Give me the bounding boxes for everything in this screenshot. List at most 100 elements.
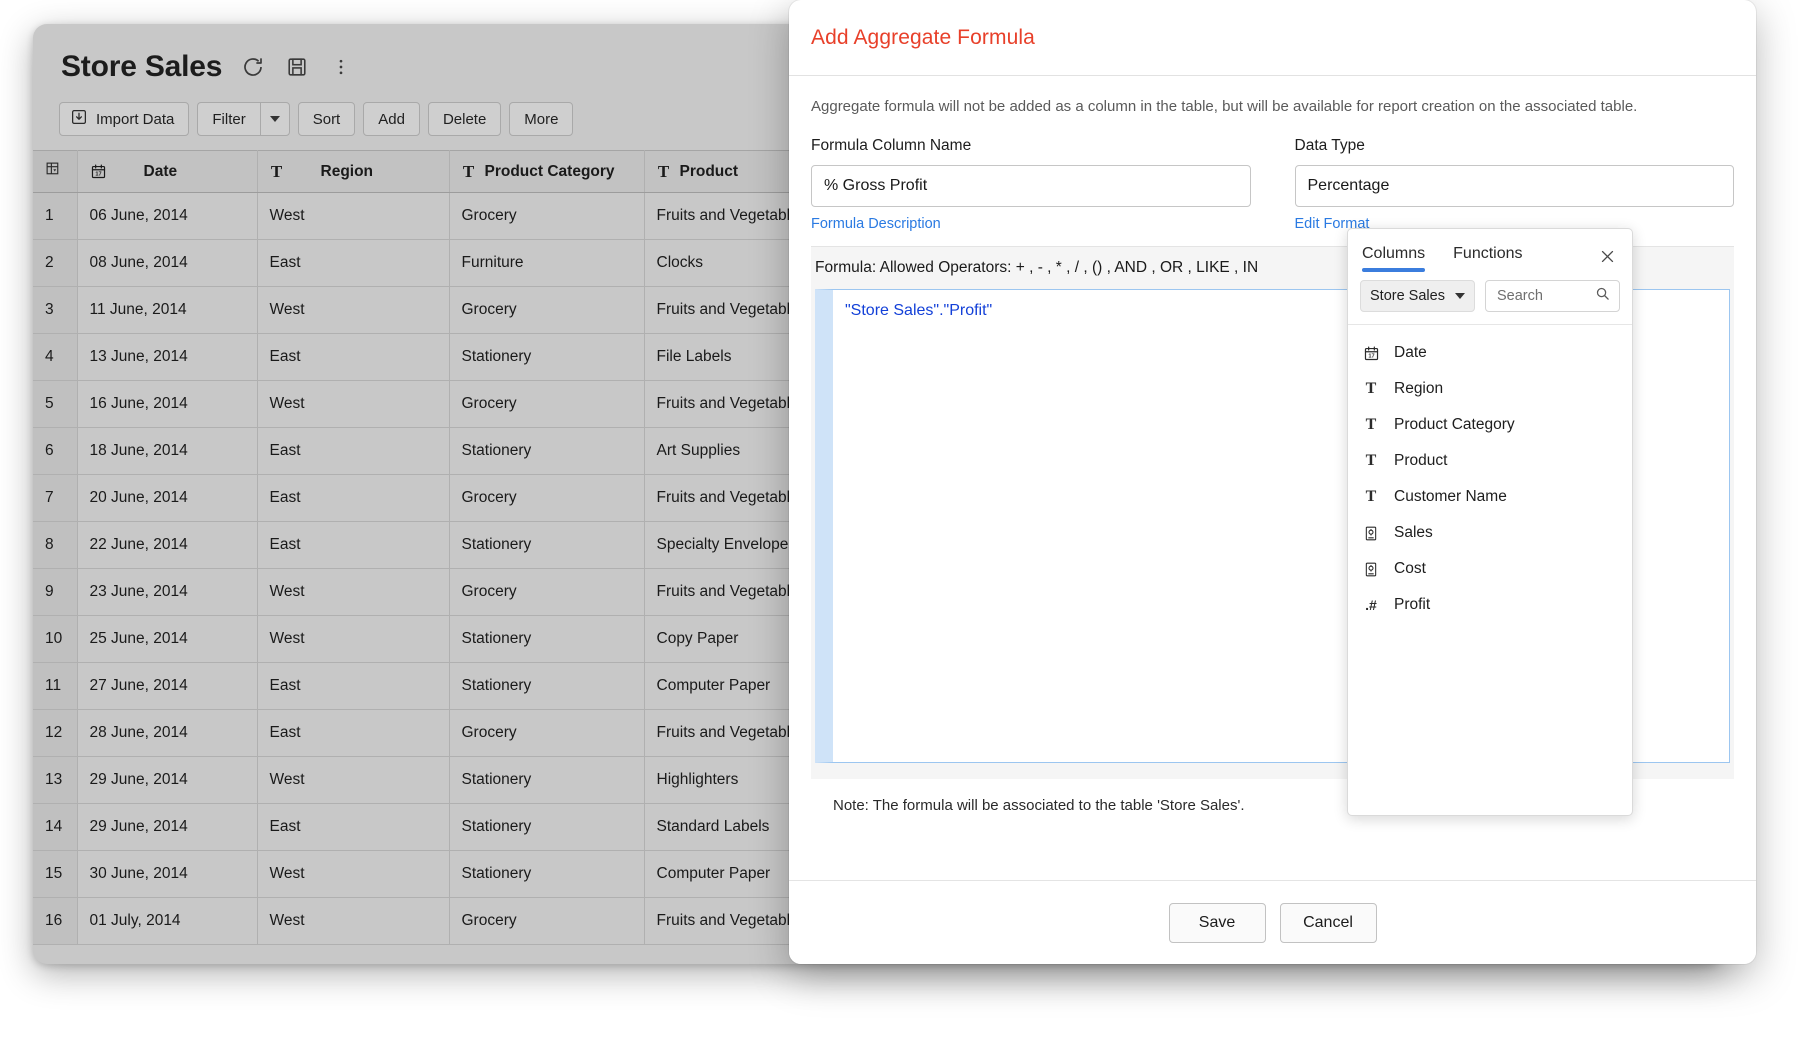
cell-region: East	[257, 334, 449, 381]
row-number: 16	[33, 898, 77, 945]
column-list-item-label: Product Category	[1394, 416, 1515, 434]
cell-category: Grocery	[449, 898, 644, 945]
row-number: 14	[33, 804, 77, 851]
column-list-item-region[interactable]: TRegion	[1348, 371, 1632, 407]
formula-column-name-field: Formula Column Name Formula Description	[811, 137, 1251, 232]
row-number: 9	[33, 569, 77, 616]
add-label: Add	[378, 111, 405, 128]
column-list-item-date[interactable]: 17Date	[1348, 335, 1632, 371]
page-title: Store Sales	[61, 50, 222, 84]
column-list-item-cost[interactable]: Cost	[1348, 551, 1632, 587]
cell-category: Grocery	[449, 381, 644, 428]
chevron-down-icon	[270, 116, 280, 122]
table-select-dropdown[interactable]: Store Sales	[1360, 280, 1475, 312]
search-icon	[1595, 286, 1610, 306]
row-number: 5	[33, 381, 77, 428]
svg-text:17: 17	[1368, 353, 1374, 359]
filter-dropdown-button[interactable]	[260, 102, 290, 136]
cell-category: Grocery	[449, 710, 644, 757]
cell-category: Stationery	[449, 334, 644, 381]
column-list-item-product-category[interactable]: TProduct Category	[1348, 407, 1632, 443]
cell-category: Stationery	[449, 804, 644, 851]
text-type-icon: T	[1362, 452, 1380, 470]
data-type-label: Data Type	[1295, 137, 1735, 155]
import-icon	[70, 108, 88, 130]
cell-region: West	[257, 898, 449, 945]
cell-date: 06 June, 2014	[77, 193, 257, 240]
column-list-item-label: Profit	[1394, 596, 1430, 614]
close-icon[interactable]	[1596, 245, 1618, 267]
tab-columns-label: Columns	[1362, 245, 1425, 262]
formula-description-link[interactable]: Formula Description	[811, 216, 941, 232]
add-button[interactable]: Add	[363, 102, 420, 136]
column-list-item-product[interactable]: T Product	[1348, 443, 1632, 479]
cell-date: 22 June, 2014	[77, 522, 257, 569]
panel-search-box[interactable]	[1485, 280, 1620, 312]
cell-category: Stationery	[449, 663, 644, 710]
text-type-icon: T	[462, 162, 476, 182]
cell-region: East	[257, 428, 449, 475]
screen-root: Store Sales	[0, 0, 1800, 1042]
cell-region: West	[257, 757, 449, 804]
row-number: 1	[33, 193, 77, 240]
tab-columns[interactable]: Columns	[1362, 245, 1425, 272]
cell-date: 27 June, 2014	[77, 663, 257, 710]
cell-category: Furniture	[449, 240, 644, 287]
cell-date: 30 June, 2014	[77, 851, 257, 898]
table-grid-icon	[45, 165, 62, 182]
add-aggregate-formula-dialog: Add Aggregate Formula Aggregate formula …	[789, 0, 1756, 964]
cell-region: East	[257, 522, 449, 569]
cell-region: West	[257, 851, 449, 898]
cell-category: Grocery	[449, 475, 644, 522]
text-type-icon: T	[657, 162, 671, 182]
cell-region: West	[257, 381, 449, 428]
row-number: 12	[33, 710, 77, 757]
column-header-product-category-label: Product Category	[485, 163, 615, 181]
cell-region: East	[257, 710, 449, 757]
columns-functions-panel: Columns Functions Store Sales	[1347, 228, 1633, 816]
more-vertical-icon[interactable]	[328, 54, 354, 80]
import-data-button[interactable]: Import Data	[59, 102, 189, 136]
currency-type-icon	[1362, 524, 1380, 542]
column-list-item-label: Product	[1394, 452, 1447, 470]
column-list-item-profit[interactable]: .# Profit	[1348, 587, 1632, 623]
cancel-button[interactable]: Cancel	[1280, 903, 1377, 943]
cell-region: West	[257, 569, 449, 616]
row-number: 13	[33, 757, 77, 804]
refresh-icon[interactable]	[240, 54, 266, 80]
cell-date: 28 June, 2014	[77, 710, 257, 757]
dialog-header: Add Aggregate Formula	[789, 0, 1756, 76]
column-header-product-label: Product	[680, 163, 739, 181]
row-number: 3	[33, 287, 77, 334]
row-number: 6	[33, 428, 77, 475]
filter-button[interactable]: Filter	[197, 102, 259, 136]
delete-button[interactable]: Delete	[428, 102, 501, 136]
calendar-icon: 17	[90, 163, 107, 180]
cell-date: 18 June, 2014	[77, 428, 257, 475]
import-data-label: Import Data	[96, 111, 174, 128]
column-list-item-customer-name[interactable]: TCustomer Name	[1348, 479, 1632, 515]
save-button[interactable]: Save	[1169, 903, 1266, 943]
data-type-input[interactable]	[1295, 165, 1735, 207]
sort-button[interactable]: Sort	[298, 102, 356, 136]
cell-region: West	[257, 287, 449, 334]
column-header-region[interactable]: T Region	[257, 151, 449, 193]
cell-region: West	[257, 616, 449, 663]
column-header-date[interactable]: 17 Date	[77, 151, 257, 193]
filter-label: Filter	[212, 111, 245, 128]
column-list-item-sales[interactable]: Sales	[1348, 515, 1632, 551]
more-button[interactable]: More	[509, 102, 573, 136]
column-header-rownum[interactable]	[33, 151, 77, 193]
decimal-type-icon: .#	[1362, 596, 1380, 614]
cell-date: 29 June, 2014	[77, 757, 257, 804]
formula-column-name-input[interactable]	[811, 165, 1251, 207]
cell-category: Stationery	[449, 616, 644, 663]
search-input[interactable]	[1495, 287, 1589, 305]
column-header-product-category[interactable]: T Product Category	[449, 151, 644, 193]
chevron-down-icon	[1455, 293, 1465, 299]
cell-category: Grocery	[449, 193, 644, 240]
save-icon[interactable]	[284, 54, 310, 80]
tab-functions[interactable]: Functions	[1453, 245, 1522, 272]
panel-tabs: Columns Functions	[1348, 229, 1632, 272]
data-type-field: Data Type Edit Format	[1295, 137, 1735, 232]
